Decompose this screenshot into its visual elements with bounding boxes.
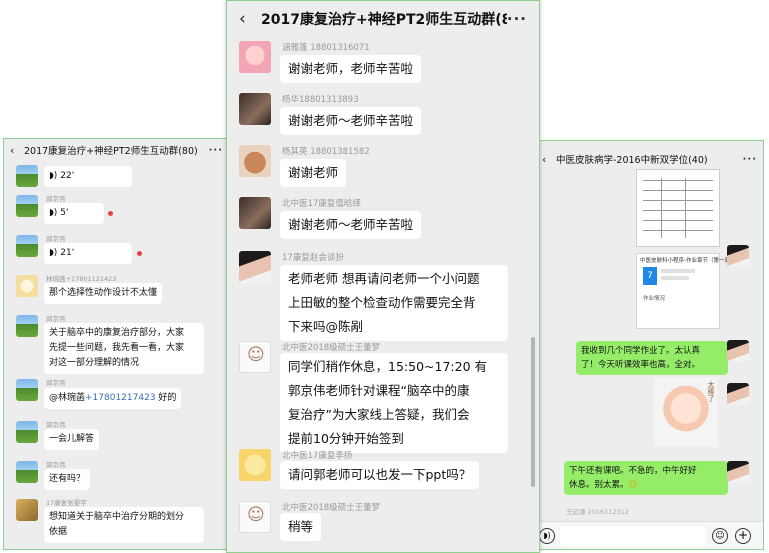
voice-icon: ◗) bbox=[49, 248, 58, 258]
sticker-image[interactable]: 太棒了 bbox=[654, 377, 718, 447]
avatar[interactable] bbox=[727, 461, 749, 483]
avatar[interactable] bbox=[16, 379, 38, 401]
message-bubble[interactable]: 想知道关于脑卒中治疗分期的划分 依据 bbox=[44, 507, 204, 543]
sender-name: 17康复张晏宇 bbox=[46, 499, 87, 507]
sender-name: 北中医17康复李扬 bbox=[282, 451, 353, 461]
message-bubble[interactable]: 稍等 bbox=[280, 513, 322, 541]
left-chat-header: ‹ 2017康复治疗+神经PT2师生互动群(80) ··· bbox=[4, 139, 229, 161]
message-bubble[interactable]: 关于脑卒中的康复治疗部分，大家 先提一些问题，我先看一看，大家 对这一部分理解的… bbox=[44, 323, 204, 374]
image-message[interactable] bbox=[636, 169, 720, 247]
ellipsis-icon[interactable]: ··· bbox=[743, 154, 757, 165]
avatar[interactable] bbox=[16, 165, 38, 187]
voice-message[interactable]: ◗) 21' bbox=[44, 243, 132, 264]
sender-name: 杨华18801313893 bbox=[282, 95, 359, 105]
screenshot-collage: ‹ 2017康复治疗+神经PT2师生互动群(80) ··· ◗) 22' 郭京伟… bbox=[0, 0, 769, 553]
message-bubble[interactable]: 老师老师 想再请问老师一个小问题 上田敏的整个检查动作需要完全背 下来吗@陈剐 bbox=[280, 265, 508, 341]
voice-icon: ◗) bbox=[49, 171, 58, 181]
avatar[interactable] bbox=[16, 195, 38, 217]
message-bubble[interactable]: 谢谢老师，老师辛苦啦 bbox=[280, 55, 422, 83]
sender-name: 郭京伟 bbox=[46, 461, 66, 469]
mini-program-card[interactable]: 中医皮肤科小程序-作业章节（第一周 7 作业情况 bbox=[636, 253, 730, 329]
sender-name: 郭京伟 bbox=[46, 195, 66, 203]
sender-name: 涵雅蓬 18801316071 bbox=[282, 43, 370, 53]
message-bubble[interactable]: 我收到几个同学作业了。太认真 了！今天听课效率也高，全对。 bbox=[576, 341, 728, 375]
sender-name: 郭京伟 bbox=[46, 421, 66, 429]
chevron-left-icon[interactable]: ‹ bbox=[542, 153, 556, 166]
avatar[interactable] bbox=[239, 197, 271, 229]
message-bubble[interactable]: 同学们稍作休息，15:50~17:20 有 郭京伟老师针对课程“脑卒中的康 复治… bbox=[280, 353, 508, 453]
avatar[interactable] bbox=[239, 341, 271, 373]
right-chat-window: ‹ 中医皮肤病学-2016中新双学位(40) ··· 中医皮肤科小程序-作业章节… bbox=[535, 140, 764, 550]
middle-chat-window: ‹ 2017康复治疗+神经PT2师生互动群(80) ··· 涵雅蓬 188013… bbox=[226, 0, 540, 553]
left-chat-window: ‹ 2017康复治疗+神经PT2师生互动群(80) ··· ◗) 22' 郭京伟… bbox=[3, 138, 230, 550]
avatar[interactable] bbox=[16, 499, 38, 521]
sender-name: 北中医2018级硕士王董梦 bbox=[282, 503, 381, 513]
sender-name: 杨其英 18801381582 bbox=[282, 147, 370, 157]
avatar[interactable] bbox=[239, 251, 271, 283]
avatar[interactable] bbox=[727, 383, 749, 405]
voice-icon[interactable]: ◗) bbox=[539, 528, 555, 544]
avatar[interactable] bbox=[16, 275, 38, 297]
voice-icon: ◗) bbox=[49, 208, 58, 218]
left-chat-title: 2017康复治疗+神经PT2师生互动群(80) bbox=[24, 146, 198, 157]
avatar[interactable] bbox=[727, 340, 749, 362]
message-bubble[interactable]: 谢谢老师 bbox=[280, 159, 347, 187]
sender-name: 郭京伟 bbox=[46, 315, 66, 323]
avatar[interactable] bbox=[16, 461, 38, 483]
emoji-icon[interactable]: ☺ bbox=[712, 528, 728, 544]
message-bubble[interactable]: 那个选择性动作设计不太懂 bbox=[44, 283, 163, 304]
sender-name: 北中医2018级硕士王董梦 bbox=[282, 343, 381, 353]
avatar[interactable] bbox=[239, 501, 271, 533]
message-bubble[interactable]: 一会儿解答 bbox=[44, 429, 100, 450]
avatar[interactable] bbox=[16, 235, 38, 257]
avatar[interactable] bbox=[16, 315, 38, 337]
mention: @林琬菡 bbox=[49, 393, 86, 403]
message-bubble[interactable]: 下午还有课吧。不急的，中午好好 休息。别太累。☺ bbox=[564, 461, 728, 495]
message-bubble[interactable]: 谢谢老师～老师辛苦啦 bbox=[280, 211, 422, 239]
ellipsis-icon[interactable]: ··· bbox=[209, 145, 223, 156]
middle-chat-header: ‹ 2017康复治疗+神经PT2师生互动群(80) ··· bbox=[227, 1, 539, 37]
phone-link[interactable]: +17801217423 bbox=[85, 393, 156, 403]
plus-icon[interactable]: + bbox=[735, 528, 751, 544]
voice-message[interactable]: ◗) 5' bbox=[44, 203, 104, 224]
message-bubble[interactable]: 还有吗？ bbox=[44, 469, 91, 490]
sender-name: 王远谦 2016112312 bbox=[566, 508, 629, 516]
avatar[interactable] bbox=[727, 245, 749, 267]
avatar[interactable] bbox=[239, 93, 271, 125]
sender-name: 北中医17康复僖晗绎 bbox=[282, 199, 361, 209]
message-input[interactable] bbox=[560, 526, 706, 546]
scrollbar[interactable] bbox=[531, 337, 535, 487]
avatar[interactable] bbox=[239, 145, 271, 177]
middle-chat-title: 2017康复治疗+神经PT2师生互动群(80) bbox=[261, 12, 507, 28]
sender-name: 郭京伟 bbox=[46, 379, 66, 387]
sender-name: 林琬菡+17801121423 bbox=[46, 275, 117, 283]
avatar[interactable] bbox=[239, 449, 271, 481]
unread-dot bbox=[137, 251, 142, 256]
sender-name: 17康复赵会谈扮 bbox=[282, 253, 344, 263]
avatar[interactable] bbox=[16, 421, 38, 443]
avatar[interactable] bbox=[239, 41, 271, 73]
sticker-text: 太棒了 bbox=[707, 381, 715, 402]
unread-dot bbox=[108, 211, 113, 216]
ellipsis-icon[interactable]: ··· bbox=[507, 10, 527, 28]
chevron-left-icon[interactable]: ‹ bbox=[239, 9, 261, 29]
message-bubble[interactable]: 请问郭老师可以也发一下ppt吗？ bbox=[280, 461, 480, 489]
right-chat-title: 中医皮肤病学-2016中新双学位(40) bbox=[556, 155, 708, 166]
smile-emoji-icon: ☺ bbox=[628, 480, 638, 490]
message-bubble[interactable]: @林琬菡+17801217423 好的 bbox=[44, 388, 182, 409]
voice-message[interactable]: ◗) 22' bbox=[44, 166, 132, 187]
chevron-left-icon[interactable]: ‹ bbox=[10, 144, 24, 157]
sender-name: 郭京伟 bbox=[46, 235, 66, 243]
chat-input-bar: ◗) ☺ + bbox=[536, 521, 763, 549]
message-bubble[interactable]: 谢谢老师～老师辛苦啦 bbox=[280, 107, 422, 135]
